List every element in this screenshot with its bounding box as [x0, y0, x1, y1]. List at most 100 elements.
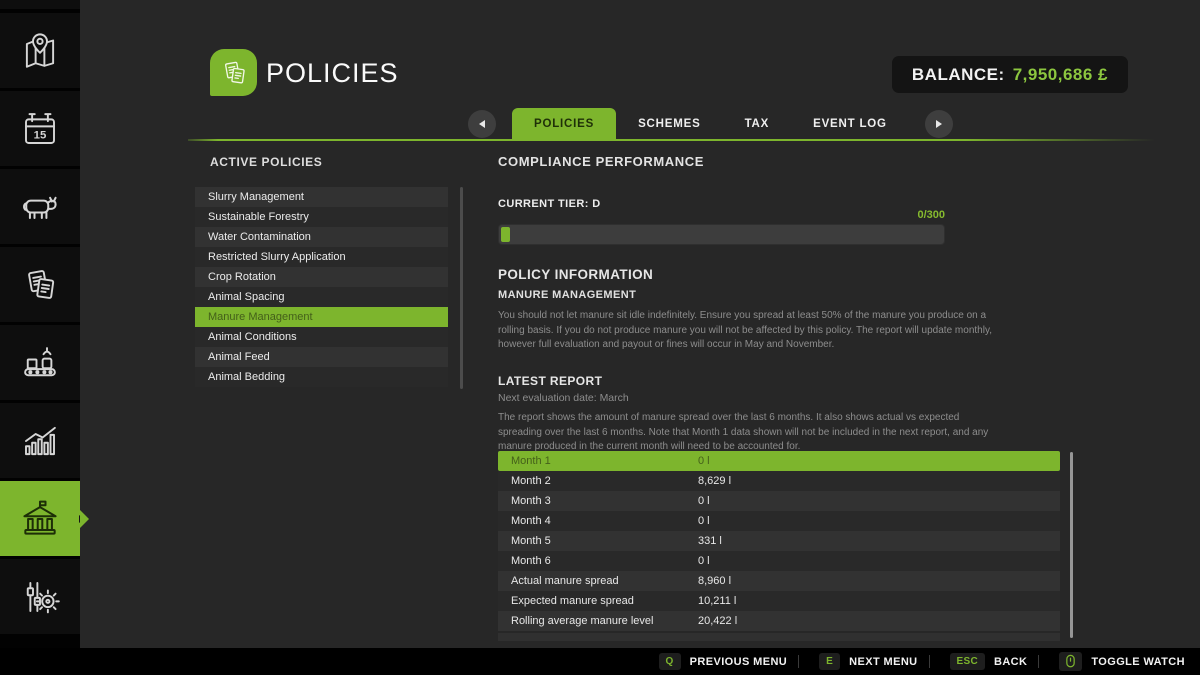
policy-item-label: Sustainable Forestry [208, 211, 309, 223]
svg-text:15: 15 [34, 129, 47, 141]
tab-policies[interactable]: POLICIES [512, 108, 616, 140]
tab-event-log[interactable]: EVENT LOG [791, 108, 909, 140]
report-table-scrollbar[interactable] [1070, 452, 1073, 638]
policy-list-scrollbar[interactable] [460, 187, 463, 389]
production-icon [19, 342, 61, 384]
table-row-label: Actual manure spread [511, 575, 619, 587]
table-row[interactable]: Month 4 0 l [498, 511, 1060, 531]
footer-hints: Q PREVIOUS MENU E NEXT MENU ESC BACK TOG… [0, 648, 1200, 675]
tab-label: POLICIES [534, 118, 594, 130]
footer-hint[interactable]: Q PREVIOUS MENU [659, 653, 788, 670]
table-row[interactable]: Rolling average manure level 20,422 l [498, 611, 1060, 631]
settings-icon [19, 576, 61, 618]
table-row-label: Month 3 [511, 495, 551, 507]
table-row[interactable]: Actual manure spread 8,960 l [498, 571, 1060, 591]
policy-item-animal-bedding[interactable]: Animal Bedding [195, 367, 448, 387]
key-badge: Q [659, 653, 681, 670]
footer-hint-label: PREVIOUS MENU [690, 656, 788, 668]
latest-report-heading: LATEST REPORT [498, 374, 602, 388]
compliance-heading: COMPLIANCE PERFORMANCE [498, 154, 704, 169]
table-row-label: Month 2 [511, 475, 551, 487]
table-row-value: 0 l [698, 495, 710, 507]
mouse-icon [1059, 652, 1082, 671]
compliance-progress-bar [498, 224, 945, 245]
finances-icon [18, 497, 62, 541]
table-row[interactable]: Month 3 0 l [498, 491, 1060, 511]
footer-hint-label: NEXT MENU [849, 656, 917, 668]
table-row-value: 331 l [698, 535, 722, 547]
policy-item-label: Water Contamination [208, 231, 311, 243]
sidebar-item-statistics[interactable] [0, 403, 80, 478]
tab-label: TAX [745, 118, 770, 130]
compliance-progress-fill [501, 227, 510, 242]
policy-item-restricted-slurry-application[interactable]: Restricted Slurry Application [195, 247, 448, 267]
key-badge: E [819, 653, 840, 670]
sidebar-item-animals[interactable] [0, 169, 80, 244]
policy-item-water-contamination[interactable]: Water Contamination [195, 227, 448, 247]
table-row-label: Month 5 [511, 535, 551, 547]
policy-item-slurry-management[interactable]: Slurry Management [195, 187, 448, 207]
tab-tax[interactable]: TAX [723, 108, 792, 140]
balance-value: 7,950,686 £ [1013, 65, 1108, 85]
table-row-value: 8,960 l [698, 575, 731, 587]
policy-item-manure-management[interactable]: Manure Management [195, 307, 448, 327]
sidebar-item-finances[interactable] [0, 481, 80, 556]
table-row-value: 0 l [698, 455, 710, 467]
chevron-left-icon [479, 120, 485, 128]
chevron-right-icon [936, 120, 942, 128]
animals-icon [18, 185, 62, 229]
table-row[interactable]: Month 5 331 l [498, 531, 1060, 551]
balance-display: BALANCE: 7,950,686 £ [892, 56, 1128, 93]
footer-hint[interactable]: ESC BACK [918, 653, 1028, 670]
tab-next-button[interactable] [925, 110, 953, 138]
table-row-label: Month 1 [511, 455, 551, 467]
table-row-value: 0 l [698, 555, 710, 567]
footer-hint-label: TOGGLE WATCH [1091, 656, 1185, 668]
table-row[interactable]: Month 1 0 l [498, 451, 1060, 471]
balance-label: BALANCE: [912, 65, 1005, 85]
footer-hint[interactable]: E NEXT MENU [787, 653, 917, 670]
policy-item-label: Animal Bedding [208, 371, 285, 383]
table-row-label: Month 6 [511, 555, 551, 567]
policy-info-heading: POLICY INFORMATION [498, 267, 653, 282]
policy-description: You should not let manure sit idle indef… [498, 309, 1003, 353]
table-row-clipped [498, 633, 1060, 641]
table-row-value: 10,211 l [698, 595, 736, 607]
policy-item-animal-conditions[interactable]: Animal Conditions [195, 327, 448, 347]
table-row-label: Rolling average manure level [511, 615, 653, 627]
table-row[interactable]: Expected manure spread 10,211 l [498, 591, 1060, 611]
policy-item-label: Crop Rotation [208, 271, 276, 283]
table-row-value: 0 l [698, 515, 710, 527]
footer-hint[interactable]: TOGGLE WATCH [1027, 652, 1185, 671]
table-row-label: Month 4 [511, 515, 551, 527]
documents-icon [218, 57, 250, 89]
sidebar-item-clipped [0, 0, 80, 9]
tab-bar: POLICIES SCHEMES TAX EVENT LOG [468, 108, 953, 140]
sidebar-item-production[interactable] [0, 325, 80, 400]
sidebar-item-calendar[interactable]: 15 [0, 91, 80, 166]
policy-item-sustainable-forestry[interactable]: Sustainable Forestry [195, 207, 448, 227]
sidebar-item-map[interactable] [0, 13, 80, 88]
tab-label: EVENT LOG [813, 118, 887, 130]
policy-item-label: Animal Spacing [208, 291, 284, 303]
table-row[interactable]: Month 6 0 l [498, 551, 1060, 571]
policy-item-label: Manure Management [208, 311, 313, 323]
policy-item-label: Animal Feed [208, 351, 270, 363]
tab-schemes[interactable]: SCHEMES [616, 108, 722, 140]
policies-app-icon [210, 49, 257, 96]
policy-item-label: Animal Conditions [208, 331, 297, 343]
calendar-icon: 15 [19, 108, 61, 150]
tab-prev-button[interactable] [468, 110, 496, 138]
policy-name-heading: MANURE MANAGEMENT [498, 289, 636, 301]
policy-item-animal-feed[interactable]: Animal Feed [195, 347, 448, 367]
policy-item-crop-rotation[interactable]: Crop Rotation [195, 267, 448, 287]
active-policies-heading: ACTIVE POLICIES [210, 155, 322, 169]
table-row-value: 20,422 l [698, 615, 737, 627]
sidebar-item-contracts[interactable] [0, 247, 80, 322]
tab-strip: POLICIES SCHEMES TAX EVENT LOG [512, 108, 909, 140]
policy-item-animal-spacing[interactable]: Animal Spacing [195, 287, 448, 307]
next-evaluation-date: Next evaluation date: March [498, 392, 629, 404]
table-row[interactable]: Month 2 8,629 l [498, 471, 1060, 491]
tab-label: SCHEMES [638, 118, 700, 130]
sidebar-item-settings[interactable] [0, 559, 80, 634]
